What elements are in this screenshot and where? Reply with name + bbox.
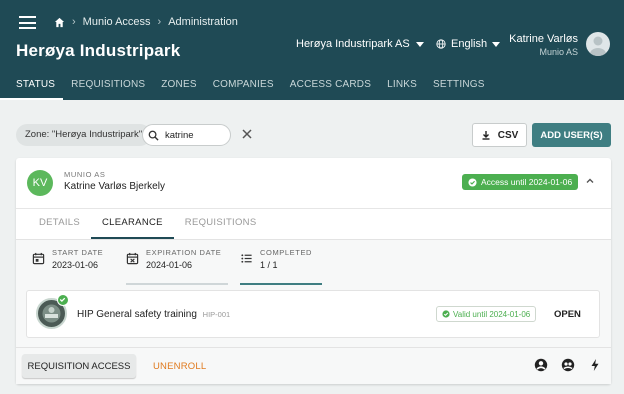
user-full-name: Katrine Varløs Bjerkely bbox=[64, 181, 165, 192]
clearance-panel: START DATE 2023-01-06 EXPIRATION DATE 20… bbox=[16, 239, 611, 384]
csv-label: CSV bbox=[497, 129, 519, 141]
completed-label: COMPLETED bbox=[260, 248, 313, 257]
completed-progress-bar bbox=[240, 283, 322, 285]
calendar-icon bbox=[32, 252, 45, 265]
start-date-stat: START DATE 2023-01-06 bbox=[32, 248, 122, 278]
page-title: Herøya Industripark bbox=[16, 41, 181, 60]
caret-down-icon bbox=[415, 41, 424, 47]
breadcrumb-item-administration: Administration bbox=[168, 16, 238, 28]
open-training-button[interactable]: OPEN bbox=[554, 309, 581, 320]
user-organization: MUNIO AS bbox=[64, 170, 106, 179]
expiration-date-label: EXPIRATION DATE bbox=[146, 248, 222, 257]
training-title: HIP General safety training HIP-001 bbox=[77, 309, 230, 320]
avatar: KV bbox=[27, 170, 53, 196]
tab-clearance[interactable]: CLEARANCE bbox=[91, 209, 174, 239]
expiration-progress-bar bbox=[126, 283, 228, 285]
chevron-up-icon[interactable] bbox=[585, 176, 595, 186]
user-silhouette-icon bbox=[590, 36, 606, 56]
check-circle-icon bbox=[442, 310, 450, 318]
validity-text: Valid until 2024-01-06 bbox=[453, 309, 531, 319]
breadcrumb-item-munio-access[interactable]: Munio Access bbox=[83, 16, 151, 28]
csv-export-button[interactable]: CSV bbox=[472, 123, 527, 147]
organization-select[interactable]: Herøya Industripark AS bbox=[296, 38, 424, 50]
list-icon bbox=[241, 254, 252, 263]
group-circle-icon[interactable] bbox=[561, 358, 575, 372]
download-icon bbox=[482, 131, 490, 140]
app-header: › Munio Access › Administration Herøya I… bbox=[0, 0, 624, 100]
avatar[interactable] bbox=[586, 32, 610, 56]
search-icon bbox=[148, 130, 159, 141]
caret-down-icon bbox=[492, 41, 501, 47]
check-icon bbox=[57, 294, 69, 306]
training-code: HIP-001 bbox=[202, 310, 231, 319]
divider bbox=[16, 347, 611, 348]
user-name: Katrine Varløs bbox=[509, 33, 578, 45]
access-status-badge: Access until 2024-01-06 bbox=[462, 174, 579, 190]
search-input[interactable]: katrine bbox=[165, 130, 194, 141]
access-status-text: Access until 2024-01-06 bbox=[481, 177, 573, 187]
organization-select-value: Herøya Industripark AS bbox=[296, 38, 410, 50]
tab-access-cards[interactable]: ACCESS CARDS bbox=[282, 72, 379, 100]
zone-filter-chip[interactable]: Zone: "Herøya Industripark" bbox=[16, 124, 152, 146]
tab-details[interactable]: DETAILS bbox=[28, 209, 91, 239]
expiration-date-value: 2024-01-06 bbox=[146, 260, 193, 270]
breadcrumb-separator: › bbox=[72, 16, 76, 28]
requisition-access-button[interactable]: REQUISITION ACCESS bbox=[22, 354, 136, 378]
tab-status[interactable]: STATUS bbox=[0, 72, 64, 100]
flash-icon[interactable] bbox=[588, 358, 602, 372]
card-tabs: DETAILS CLEARANCE REQUISITIONS bbox=[28, 209, 267, 239]
start-date-label: START DATE bbox=[52, 248, 104, 257]
tab-companies[interactable]: COMPANIES bbox=[205, 72, 282, 100]
tab-zones[interactable]: ZONES bbox=[153, 72, 204, 100]
account-circle-icon[interactable] bbox=[534, 358, 548, 372]
add-users-button[interactable]: ADD USER(S) bbox=[532, 123, 611, 147]
calendar-x-icon bbox=[126, 252, 139, 265]
training-row: HIP General safety training HIP-001 Vali… bbox=[26, 290, 600, 338]
language-select-value: English bbox=[451, 38, 488, 50]
tab-settings[interactable]: SETTINGS bbox=[425, 72, 493, 100]
user-card: KV MUNIO AS Katrine Varløs Bjerkely Acce… bbox=[16, 158, 611, 384]
home-icon[interactable] bbox=[54, 17, 65, 28]
breadcrumb: › Munio Access › Administration bbox=[54, 16, 238, 28]
validity-badge: Valid until 2024-01-06 bbox=[436, 306, 537, 322]
user-info[interactable]: Katrine Varløs Munio AS bbox=[509, 33, 578, 57]
completed-stat: COMPLETED 1 / 1 bbox=[240, 248, 322, 285]
unenroll-button[interactable]: UNENROLL bbox=[153, 361, 206, 372]
check-circle-icon bbox=[468, 177, 477, 187]
tab-requisitions[interactable]: REQUISITIONS bbox=[63, 72, 153, 100]
training-name: HIP General safety training bbox=[77, 309, 197, 320]
start-date-value: 2023-01-06 bbox=[52, 260, 99, 270]
close-icon[interactable] bbox=[240, 127, 254, 141]
main-tabs: STATUS REQUISITIONS ZONES COMPANIES ACCE… bbox=[0, 72, 493, 100]
menu-icon[interactable] bbox=[19, 16, 36, 29]
language-select[interactable]: English bbox=[436, 38, 501, 50]
tab-links[interactable]: LINKS bbox=[379, 72, 425, 100]
globe-icon bbox=[436, 39, 446, 49]
user-org: Munio AS bbox=[539, 47, 578, 57]
tab-requisitions[interactable]: REQUISITIONS bbox=[174, 209, 268, 239]
search-field[interactable]: katrine bbox=[142, 124, 231, 146]
breadcrumb-separator: › bbox=[157, 16, 162, 28]
completed-value: 1 / 1 bbox=[260, 260, 278, 270]
expiration-date-stat: EXPIRATION DATE 2024-01-06 bbox=[126, 248, 228, 285]
